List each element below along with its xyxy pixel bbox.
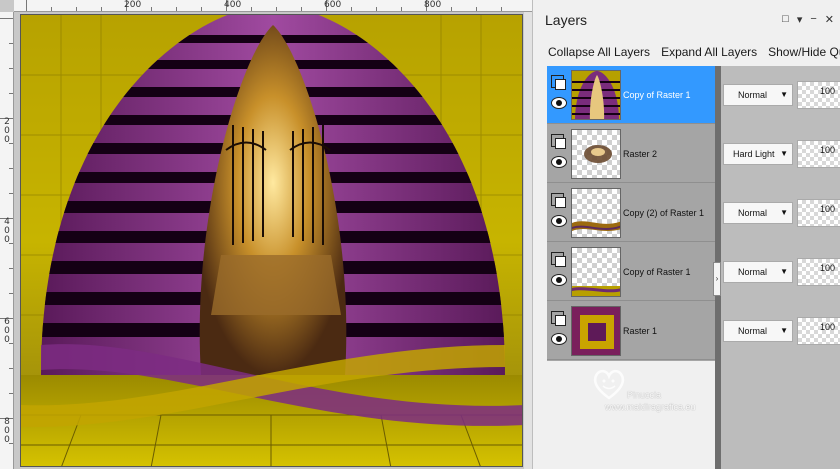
layer-link-icon[interactable]: [551, 193, 566, 208]
layers-titlebar: Layers □ ▾ − ✕: [533, 0, 840, 38]
opacity-value: 100: [820, 263, 836, 273]
ruler-label-600: 600: [324, 0, 342, 10]
ruler-label-400: 400: [224, 0, 242, 10]
layer-name: Raster 2: [623, 149, 658, 159]
opacity-value: 100: [820, 204, 836, 214]
layer-name: Copy (2) of Raster 1: [623, 208, 705, 218]
chevron-down-icon: ▼: [780, 90, 788, 99]
artwork-image: [21, 15, 522, 466]
layer-row[interactable]: Copy of Raster 1: [547, 66, 715, 124]
panel-title: Layers: [545, 12, 588, 28]
blend-mode-value: Normal: [738, 326, 768, 336]
visibility-eye-icon[interactable]: [551, 274, 567, 286]
opacity-value: 100: [820, 145, 836, 155]
layer-props: Normal ▼ 100: [721, 243, 840, 301]
layer-row[interactable]: Copy of Raster 1: [547, 243, 715, 301]
blend-mode-value: Normal: [738, 267, 768, 277]
watermark-url: www.maidiragrafica.eu: [605, 402, 696, 412]
layer-name: Raster 1: [623, 326, 658, 336]
blend-mode-select[interactable]: Normal ▼: [723, 84, 793, 106]
show-hide-quick-button[interactable]: Show/Hide Quick: [768, 45, 840, 59]
layer-link-icon[interactable]: [551, 75, 566, 90]
ruler-label-600: 6 0 0: [4, 317, 10, 345]
layer-link-icon[interactable]: [551, 252, 566, 267]
ruler-label-400: 4 0 0: [4, 217, 10, 245]
layer-thumbnail: [571, 70, 621, 120]
chevron-down-icon: ▼: [780, 267, 788, 276]
blend-mode-value: Normal: [738, 208, 768, 218]
layer-name: Copy of Raster 1: [623, 267, 691, 277]
ruler-label-800: 8 0 0: [4, 417, 10, 445]
layer-thumbnail: [571, 247, 621, 297]
layer-name: Copy of Raster 1: [623, 90, 691, 100]
layer-row[interactable]: Copy (2) of Raster 1: [547, 184, 715, 242]
opacity-field[interactable]: 100: [797, 317, 840, 345]
layer-properties-column: Normal ▼ 100 Hard Light ▼ 100 Normal ▼ 100 …: [721, 66, 840, 469]
vertical-scrollbar[interactable]: [524, 12, 532, 469]
document-canvas[interactable]: [20, 14, 523, 467]
visibility-eye-icon[interactable]: [551, 97, 567, 109]
opacity-field[interactable]: 100: [797, 199, 840, 227]
layer-thumbnail: [571, 188, 621, 238]
collapse-handle-icon[interactable]: ›: [713, 262, 721, 296]
vertical-ruler: 2 0 0 4 0 0 6 0 0 8 0 0: [0, 12, 14, 469]
layer-link-icon[interactable]: [551, 134, 566, 149]
blend-mode-select[interactable]: Normal ▼: [723, 320, 793, 342]
layer-link-icon[interactable]: [551, 311, 566, 326]
opacity-field[interactable]: 100: [797, 258, 840, 286]
chevron-down-icon: ▼: [780, 326, 788, 335]
collapse-all-button[interactable]: Collapse All Layers: [548, 45, 650, 59]
layer-list: Copy of Raster 1 Raster 2 Copy (2) of Ra…: [547, 66, 715, 361]
chevron-down-icon: ▼: [780, 149, 788, 158]
layer-props: Hard Light ▼ 100: [721, 125, 840, 183]
canvas-area: 200 400 600 800 2 0 0 4 0 0 6 0 0 8 0 0: [0, 0, 532, 469]
ruler-tick: [26, 0, 27, 11]
app-window: 200 400 600 800 2 0 0 4 0 0 6 0 0 8 0 0: [0, 0, 840, 469]
layer-row[interactable]: Raster 1: [547, 302, 715, 360]
opacity-field[interactable]: 100: [797, 81, 840, 109]
blend-mode-value: Hard Light: [733, 149, 775, 159]
dropdown-icon[interactable]: ▾: [797, 13, 803, 26]
blend-mode-select[interactable]: Hard Light ▼: [723, 143, 793, 165]
minimize-icon[interactable]: −: [810, 13, 816, 26]
pin-icon[interactable]: □: [782, 13, 789, 26]
horizontal-ruler: 200 400 600 800: [14, 0, 532, 12]
layer-thumbnail: [571, 129, 621, 179]
visibility-eye-icon[interactable]: [551, 333, 567, 345]
layer-row[interactable]: Raster 2: [547, 125, 715, 183]
blend-mode-value: Normal: [738, 90, 768, 100]
ruler-label-200: 200: [124, 0, 142, 10]
opacity-field[interactable]: 100: [797, 140, 840, 168]
expand-all-button[interactable]: Expand All Layers: [661, 45, 757, 59]
heart-icon: [593, 369, 625, 400]
opacity-value: 100: [820, 322, 836, 332]
layer-props: Normal ▼ 100: [721, 302, 840, 360]
watermark: Pinuccia www.maidiragrafica.eu: [585, 364, 735, 414]
ruler-label-800: 800: [424, 0, 442, 10]
visibility-eye-icon[interactable]: [551, 215, 567, 227]
blend-mode-select[interactable]: Normal ▼: [723, 202, 793, 224]
opacity-value: 100: [820, 86, 836, 96]
visibility-eye-icon[interactable]: [551, 156, 567, 168]
blend-mode-select[interactable]: Normal ▼: [723, 261, 793, 283]
layers-toolbar: Collapse All Layers Expand All Layers Sh…: [533, 38, 840, 66]
watermark-name: Pinuccia: [627, 390, 662, 400]
chevron-down-icon: ▼: [780, 208, 788, 217]
layer-props: Normal ▼ 100: [721, 184, 840, 242]
ruler-label-200: 2 0 0: [4, 117, 10, 145]
layer-thumbnail: [571, 306, 621, 356]
close-icon[interactable]: ✕: [825, 13, 834, 26]
layers-panel: Layers □ ▾ − ✕ Collapse All Layers Expan…: [532, 0, 840, 469]
layer-props: Normal ▼ 100: [721, 66, 840, 124]
